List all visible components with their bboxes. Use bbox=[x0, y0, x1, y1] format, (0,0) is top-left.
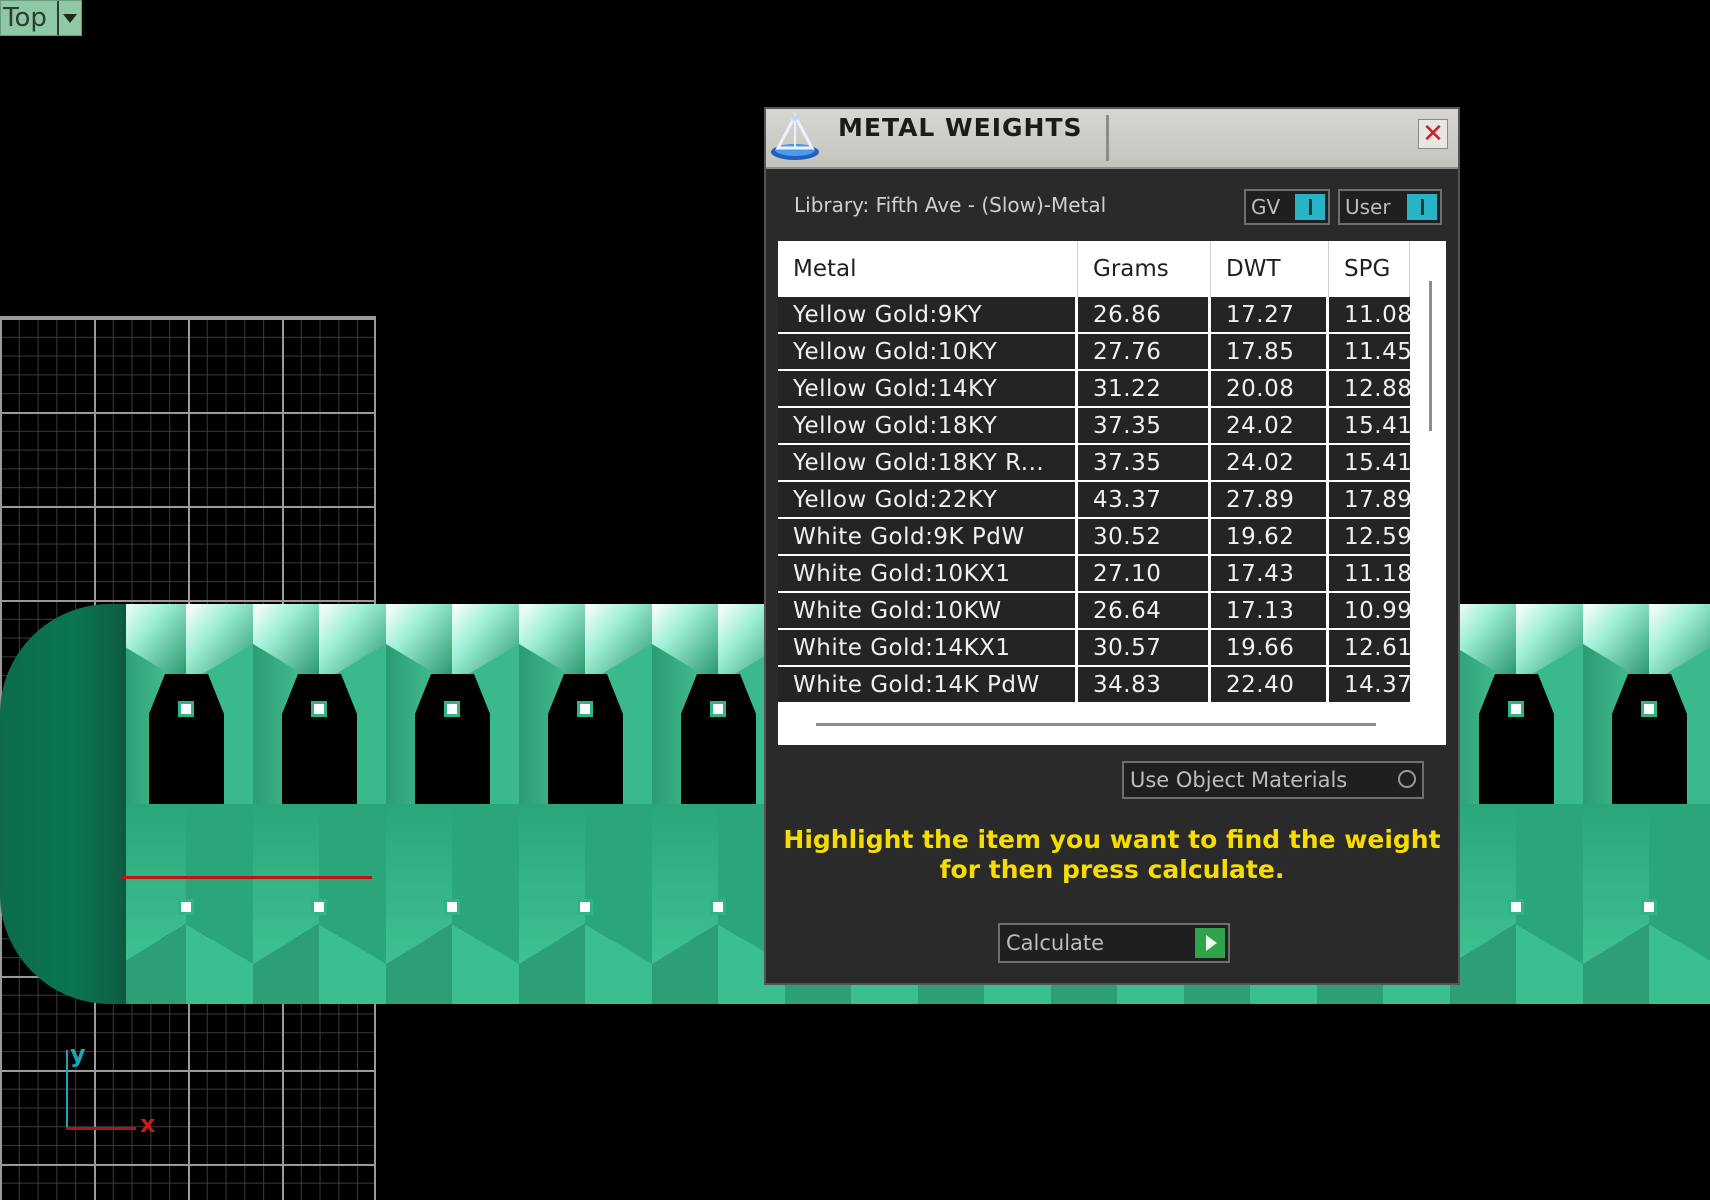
table-header: Metal Grams DWT SPG bbox=[778, 241, 1410, 297]
dwt-cell: 24.02 bbox=[1211, 445, 1329, 480]
metal-weights-table: Metal Grams DWT SPG Yellow Gold:9KY 26.8… bbox=[778, 241, 1446, 745]
viewport-name-tab[interactable]: Top bbox=[0, 0, 82, 36]
metal-cell: Yellow Gold:22KY bbox=[778, 482, 1078, 517]
metal-cell: Yellow Gold:9KY bbox=[778, 297, 1078, 332]
grams-cell: 37.35 bbox=[1078, 408, 1211, 443]
use-object-materials-label: Use Object Materials bbox=[1130, 768, 1348, 792]
play-icon bbox=[1195, 928, 1225, 958]
close-icon: ✕ bbox=[1422, 119, 1444, 149]
metal-cell: Yellow Gold:18KY R... bbox=[778, 445, 1078, 480]
dwt-cell: 17.13 bbox=[1211, 593, 1329, 628]
table-row[interactable]: Yellow Gold:10KY 27.76 17.85 11.45 bbox=[778, 334, 1410, 369]
dwt-cell: 17.43 bbox=[1211, 556, 1329, 591]
column-header-spg[interactable]: SPG bbox=[1329, 241, 1410, 297]
grams-cell: 27.76 bbox=[1078, 334, 1211, 369]
table-row[interactable]: White Gold:10KX1 27.10 17.43 11.18 bbox=[778, 556, 1410, 591]
metal-cell: White Gold:10KW bbox=[778, 593, 1078, 628]
table-body: Yellow Gold:9KY 26.86 17.27 11.08 Yellow… bbox=[778, 297, 1410, 704]
spg-cell: 11.45 bbox=[1329, 334, 1410, 369]
dialog-title: METAL WEIGHTS bbox=[838, 113, 1083, 142]
close-button[interactable]: ✕ bbox=[1418, 119, 1448, 149]
dwt-cell: 17.85 bbox=[1211, 334, 1329, 369]
metal-cell: Yellow Gold:10KY bbox=[778, 334, 1078, 369]
grams-cell: 26.64 bbox=[1078, 593, 1211, 628]
metal-cell: White Gold:10KX1 bbox=[778, 556, 1078, 591]
spg-cell: 12.88 bbox=[1329, 371, 1410, 406]
band-end-cap bbox=[0, 604, 126, 1004]
spg-cell: 11.18 bbox=[1329, 556, 1410, 591]
table-row[interactable]: White Gold:9K PdW 30.52 19.62 12.59 bbox=[778, 519, 1410, 554]
dwt-cell: 20.08 bbox=[1211, 371, 1329, 406]
vertical-scrollbar[interactable] bbox=[1429, 281, 1432, 431]
grams-cell: 34.83 bbox=[1078, 667, 1211, 702]
calculate-label: Calculate bbox=[1006, 931, 1105, 955]
dwt-cell: 19.66 bbox=[1211, 630, 1329, 665]
spg-cell: 11.08 bbox=[1329, 297, 1410, 332]
instruction-line-2: for then press calculate. bbox=[939, 855, 1285, 884]
gv-toggle-label: GV bbox=[1251, 195, 1281, 219]
gv-toggle[interactable]: GV bbox=[1244, 189, 1330, 225]
calculate-button[interactable]: Calculate bbox=[998, 923, 1230, 963]
column-header-metal[interactable]: Metal bbox=[778, 241, 1078, 297]
use-object-materials-option[interactable]: Use Object Materials bbox=[1122, 761, 1424, 799]
grams-cell: 26.86 bbox=[1078, 297, 1211, 332]
grams-cell: 30.52 bbox=[1078, 519, 1211, 554]
metal-cell: White Gold:14K PdW bbox=[778, 667, 1078, 702]
spg-cell: 14.37 bbox=[1329, 667, 1410, 702]
metal-cell: Yellow Gold:18KY bbox=[778, 408, 1078, 443]
dwt-cell: 17.27 bbox=[1211, 297, 1329, 332]
spg-cell: 10.99 bbox=[1329, 593, 1410, 628]
table-row[interactable]: White Gold:14KX1 30.57 19.66 12.61 bbox=[778, 630, 1410, 665]
dialog-titlebar[interactable]: METAL WEIGHTS ✕ bbox=[766, 109, 1458, 169]
instruction-line-1: Highlight the item you want to find the … bbox=[783, 825, 1441, 854]
reference-line bbox=[122, 876, 372, 879]
user-toggle[interactable]: User bbox=[1338, 189, 1442, 225]
table-row[interactable]: White Gold:14K PdW 34.83 22.40 14.37 bbox=[778, 667, 1410, 702]
spg-cell: 12.59 bbox=[1329, 519, 1410, 554]
instruction-text: Highlight the item you want to find the … bbox=[766, 825, 1458, 885]
toggle-switch-icon bbox=[1295, 194, 1325, 220]
scale-icon bbox=[766, 109, 824, 165]
metal-cell: Yellow Gold:14KY bbox=[778, 371, 1078, 406]
horizontal-scrollbar[interactable] bbox=[816, 723, 1376, 726]
spg-cell: 17.89 bbox=[1329, 482, 1410, 517]
x-axis-label: x bbox=[140, 1110, 156, 1138]
table-row[interactable]: Yellow Gold:18KY 37.35 24.02 15.41 bbox=[778, 408, 1410, 443]
chevron-down-icon bbox=[62, 13, 77, 23]
table-row[interactable]: Yellow Gold:9KY 26.86 17.27 11.08 bbox=[778, 297, 1410, 332]
titlebar-divider bbox=[1106, 115, 1109, 161]
table-row[interactable]: Yellow Gold:22KY 43.37 27.89 17.89 bbox=[778, 482, 1410, 517]
y-axis-label: y bbox=[70, 1040, 86, 1068]
dwt-cell: 27.89 bbox=[1211, 482, 1329, 517]
table-row[interactable]: Yellow Gold:14KY 31.22 20.08 12.88 bbox=[778, 371, 1410, 406]
viewport-dropdown-button[interactable] bbox=[56, 1, 81, 35]
dwt-cell: 24.02 bbox=[1211, 408, 1329, 443]
metal-weights-dialog: METAL WEIGHTS ✕ Library: Fifth Ave - (Sl… bbox=[764, 107, 1460, 985]
grams-cell: 27.10 bbox=[1078, 556, 1211, 591]
grams-cell: 31.22 bbox=[1078, 371, 1211, 406]
dwt-cell: 22.40 bbox=[1211, 667, 1329, 702]
user-toggle-label: User bbox=[1345, 195, 1391, 219]
spg-cell: 15.41 bbox=[1329, 445, 1410, 480]
viewport-name: Top bbox=[3, 3, 47, 33]
column-header-grams[interactable]: Grams bbox=[1078, 241, 1211, 297]
toggle-switch-icon bbox=[1407, 194, 1437, 220]
spg-cell: 12.61 bbox=[1329, 630, 1410, 665]
table-row[interactable]: Yellow Gold:18KY R... 37.35 24.02 15.41 bbox=[778, 445, 1410, 480]
table-row[interactable]: White Gold:10KW 26.64 17.13 10.99 bbox=[778, 593, 1410, 628]
x-axis-indicator bbox=[66, 1127, 136, 1130]
column-header-dwt[interactable]: DWT bbox=[1211, 241, 1329, 297]
y-axis-indicator bbox=[66, 1050, 68, 1130]
grams-cell: 43.37 bbox=[1078, 482, 1211, 517]
library-label: Library: Fifth Ave - (Slow)-Metal bbox=[794, 193, 1107, 217]
grams-cell: 37.35 bbox=[1078, 445, 1211, 480]
dwt-cell: 19.62 bbox=[1211, 519, 1329, 554]
metal-cell: White Gold:9K PdW bbox=[778, 519, 1078, 554]
spg-cell: 15.41 bbox=[1329, 408, 1410, 443]
grams-cell: 30.57 bbox=[1078, 630, 1211, 665]
metal-cell: White Gold:14KX1 bbox=[778, 630, 1078, 665]
radio-icon bbox=[1398, 770, 1416, 788]
